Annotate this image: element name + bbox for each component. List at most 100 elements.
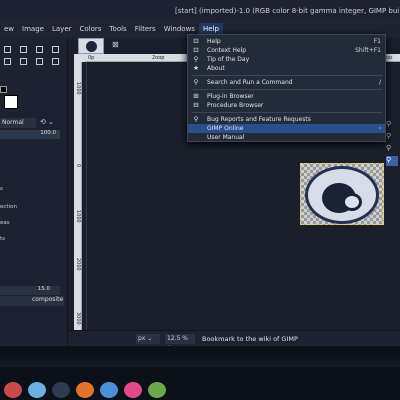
menu-item-procedure-browser[interactable]: ⊟ Procedure Browser [188, 101, 385, 110]
help-menu-dropdown: ⊡ Help F1 ⊡ Context Help Shift+F1 ⚲ Tip … [187, 34, 386, 142]
tool-icon[interactable] [36, 58, 43, 65]
menu-separator [192, 89, 382, 90]
option-label: s [0, 186, 3, 192]
menu-item-label: User Manual [207, 134, 245, 141]
app-launcher-icon[interactable] [52, 382, 70, 398]
dock-icon[interactable]: ⚲ [386, 132, 398, 142]
menu-item-shortcut: F1 [373, 38, 381, 45]
image-tab-thumbnail[interactable] [78, 38, 104, 54]
mode-select[interactable]: Normal [0, 118, 36, 128]
about-icon: ★ [193, 64, 199, 72]
context-help-icon: ⊡ [193, 46, 199, 54]
menu-item-user-manual[interactable]: User Manual [188, 133, 385, 142]
tool-icon[interactable] [20, 58, 27, 65]
ruler-corner[interactable] [74, 54, 86, 62]
menu-separator [192, 75, 382, 76]
taskbar-glow [0, 355, 400, 367]
help-icon: ⊡ [193, 37, 199, 45]
gimp-logo-image [305, 166, 379, 224]
foreground-color-swatch[interactable] [4, 95, 18, 109]
app-launcher-icon[interactable] [76, 382, 94, 398]
menu-image[interactable]: Image [18, 25, 48, 33]
zoom-value: 12.5 % [167, 335, 188, 342]
dock-icon[interactable]: ⚲ [386, 144, 398, 154]
menu-item-about[interactable]: ★ About [188, 64, 385, 73]
tip-icon: ⚲ [193, 55, 199, 63]
menu-item-label: Procedure Browser [207, 102, 264, 109]
ruler-label: 1000 [75, 210, 81, 223]
image-layer[interactable] [300, 163, 384, 225]
menu-item-search-command[interactable]: ⚲ Search and Run a Command / [188, 78, 385, 87]
ruler-label: 3000 [75, 312, 81, 325]
menu-layer[interactable]: Layer [48, 25, 76, 33]
vertical-ruler[interactable]: 1000 0 1000 2000 3000 [74, 62, 82, 334]
dock-icon[interactable]: ⚲ [386, 120, 398, 130]
tool-icon[interactable] [52, 46, 59, 53]
option-label: ection [0, 204, 17, 210]
menu-item-label: Context Help [207, 47, 247, 54]
app-launcher-icon[interactable] [124, 382, 142, 398]
status-bar: px ⌄ 12.5 % ⌄ Bookmark to the wiki of GI… [68, 330, 400, 349]
logo-dot-shape [342, 193, 362, 211]
menu-item-label: About [207, 65, 225, 72]
menu-item-gimp-online[interactable]: GIMP Online › [188, 124, 385, 133]
size-field[interactable]: 15.0 [0, 286, 60, 295]
ruler-label: 0p [88, 55, 95, 61]
menu-item-label: Tip of the Day [207, 56, 250, 63]
dock [0, 382, 200, 400]
bug-icon: ⚲ [193, 115, 199, 123]
tool-row [0, 58, 68, 68]
menu-item-bug-reports[interactable]: ⚲ Bug Reports and Feature Requests [188, 115, 385, 124]
option-label: ts [0, 236, 6, 242]
opacity-field[interactable]: 100.0 [0, 130, 60, 139]
menu-view[interactable]: ew [0, 25, 18, 33]
menu-item-plugin-browser[interactable]: ⊞ Plug-in Browser [188, 92, 385, 101]
background-color-swatch[interactable] [0, 86, 7, 93]
ruler-label: 2oop [152, 55, 165, 61]
app-launcher-icon[interactable] [148, 382, 166, 398]
ruler-label: 0 [75, 164, 81, 168]
menu-item-tip-of-the-day[interactable]: ⚲ Tip of the Day [188, 55, 385, 64]
menu-separator [192, 112, 382, 113]
menu-item-shortcut: / [378, 79, 381, 86]
menu-item-label: Help [207, 38, 221, 45]
tool-row [0, 46, 68, 56]
option-label: eas [0, 220, 10, 226]
close-tab-icon[interactable]: ⊠ [112, 40, 119, 49]
right-dock-icons: ⚲ ⚲ ⚲ ⚲ [386, 120, 400, 168]
tool-icon[interactable] [4, 46, 11, 53]
menu-item-label: GIMP Online [207, 125, 244, 132]
unit-select[interactable]: px ⌄ [136, 334, 160, 344]
ruler-label: 1000 [75, 82, 81, 95]
menu-filters[interactable]: Filters [131, 25, 160, 33]
zoom-select[interactable]: 12.5 % ⌄ [165, 334, 195, 349]
tool-icon[interactable] [20, 46, 27, 53]
plugin-icon: ⊞ [193, 92, 199, 100]
unit-value: px [138, 335, 146, 342]
menu-item-label: Plug-in Browser [207, 93, 254, 100]
tool-icon[interactable] [52, 58, 59, 65]
menu-tools[interactable]: Tools [105, 25, 130, 33]
composite-select[interactable]: composite [0, 296, 64, 306]
submenu-arrow-icon: › [378, 125, 381, 132]
procedure-icon: ⊟ [193, 101, 199, 109]
toolbox-panel: Normal ⟲ ⌄ 100.0 s ection eas ts 15.0 co… [0, 38, 68, 377]
menu-item-help[interactable]: ⊡ Help F1 [188, 37, 385, 46]
app-launcher-icon[interactable] [28, 382, 46, 398]
tool-icon[interactable] [4, 58, 11, 65]
ruler-label: oo [386, 55, 393, 61]
menu-item-context-help[interactable]: ⊡ Context Help Shift+F1 [188, 46, 385, 55]
app-launcher-icon[interactable] [4, 382, 22, 398]
menu-item-shortcut: Shift+F1 [355, 47, 381, 54]
search-icon: ⚲ [193, 78, 199, 86]
app-launcher-icon[interactable] [100, 382, 118, 398]
menu-item-label: Bug Reports and Feature Requests [207, 116, 311, 123]
menu-item-label: Search and Run a Command [207, 79, 293, 86]
menu-colors[interactable]: Colors [76, 25, 106, 33]
mode-reset-icon[interactable]: ⟲ ⌄ [40, 118, 54, 126]
ruler-label: 2000 [75, 258, 81, 271]
tool-icon[interactable] [36, 46, 43, 53]
dock-icon[interactable]: ⚲ [386, 156, 398, 166]
menu-windows[interactable]: Windows [160, 25, 199, 33]
status-message: Bookmark to the wiki of GIMP [202, 335, 298, 343]
